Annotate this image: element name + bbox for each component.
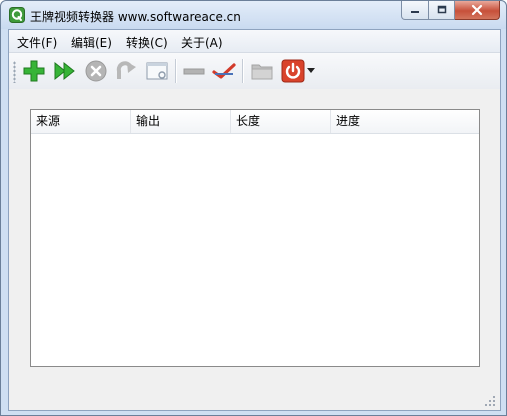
redo-button[interactable] [114,59,138,83]
maximize-icon [437,5,446,14]
check-clear-icon [212,63,236,79]
remove-icon [183,68,205,75]
power-dropdown-button[interactable] [305,59,317,83]
maximize-button[interactable] [429,1,455,20]
column-header-length[interactable]: 长度 [231,110,331,133]
toolbar [9,53,500,89]
menu-bar: 文件(F) 编辑(E) 转换(C) 关于(A) [9,30,500,53]
minimize-button[interactable] [401,1,429,20]
close-button[interactable] [455,1,500,20]
folder-icon [251,64,273,80]
open-folder-button[interactable] [250,59,274,83]
power-button[interactable] [281,59,305,83]
menu-file[interactable]: 文件(F) [17,34,57,51]
toolbar-grip[interactable] [13,61,16,83]
window-title: 王牌视频转换器 www.softwareace.cn [30,10,241,24]
app-logo-icon [9,7,25,23]
resize-grip-icon[interactable] [484,395,496,407]
toolbar-separator [242,59,244,83]
start-convert-button[interactable] [53,59,77,83]
toolbar-separator [175,59,177,83]
app-window: 王牌视频转换器 www.softwareace.cn 文件(F) 编辑(E) 转… [0,0,507,416]
caption-buttons [401,1,500,21]
add-icon [23,60,45,82]
window-settings-icon [146,62,168,80]
title-bar[interactable]: 王牌视频转换器 www.softwareace.cn [1,1,506,29]
column-header-source[interactable]: 来源 [31,110,131,133]
convert-forward-icon [54,61,75,81]
add-file-button[interactable] [22,59,46,83]
stop-button[interactable] [84,59,108,83]
remove-button[interactable] [182,59,206,83]
chevron-down-icon [307,68,315,73]
list-header: 来源 输出 长度 进度 [31,110,479,134]
list-body[interactable] [31,134,479,366]
clear-list-button[interactable] [212,59,236,83]
stop-icon [85,60,107,82]
column-header-output[interactable]: 输出 [131,110,231,133]
menu-about[interactable]: 关于(A) [181,34,223,51]
file-list[interactable]: 来源 输出 长度 进度 [30,109,480,367]
redo-icon [116,61,136,79]
close-icon [471,4,483,16]
client-area: 文件(F) 编辑(E) 转换(C) 关于(A) 来源 输出 长度 进度 [8,29,501,411]
menu-convert[interactable]: 转换(C) [126,34,168,51]
column-header-progress[interactable]: 进度 [331,110,479,133]
settings-window-button[interactable] [145,59,169,83]
minimize-icon [411,11,419,13]
menu-edit[interactable]: 编辑(E) [71,34,112,51]
power-icon [281,59,305,83]
